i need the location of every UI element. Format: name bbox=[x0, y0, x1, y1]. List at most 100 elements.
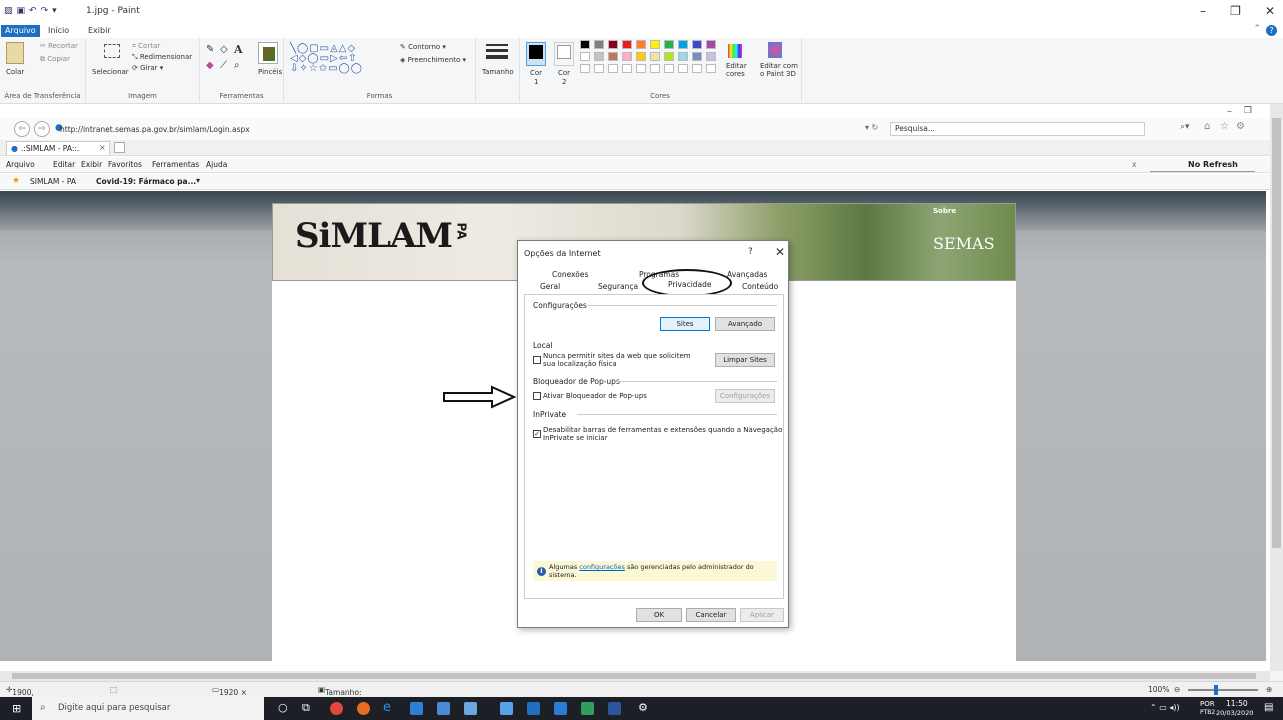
rotate-button[interactable]: ⟳ Girar ▾ bbox=[132, 64, 163, 72]
fav-simlam[interactable]: SIMLAM - PA bbox=[30, 177, 76, 186]
custom-color-swatch[interactable] bbox=[636, 64, 646, 73]
back-button[interactable]: ⇦ bbox=[14, 121, 30, 137]
color-swatch[interactable] bbox=[580, 40, 590, 49]
inprivate-checkbox[interactable]: ✓ bbox=[533, 430, 541, 438]
size-button[interactable]: Tamanho bbox=[482, 68, 514, 76]
dialog-close-button[interactable]: ✕ bbox=[775, 245, 785, 259]
copy-button[interactable]: ⧉ Copiar bbox=[40, 55, 70, 64]
settings-gear-icon[interactable]: ⚙ bbox=[1236, 121, 1245, 132]
notifications-icon[interactable]: ▤ bbox=[1264, 702, 1273, 713]
store-icon[interactable] bbox=[410, 702, 423, 715]
ok-button[interactable]: OK bbox=[636, 608, 682, 622]
color-swatch[interactable] bbox=[706, 40, 716, 49]
apply-button[interactable]: Aplicar bbox=[740, 608, 784, 622]
fill-icon[interactable]: ◇ bbox=[220, 44, 228, 55]
outlook-icon[interactable] bbox=[554, 702, 567, 715]
menu-favorites[interactable]: Favoritos bbox=[108, 160, 142, 169]
pencil-icon[interactable]: ✎ bbox=[206, 44, 214, 55]
tab-home[interactable]: Início bbox=[44, 25, 73, 37]
url-field[interactable]: http://intranet.semas.pa.gov.br/simlam/L… bbox=[60, 123, 860, 136]
custom-color-swatch[interactable] bbox=[692, 64, 702, 73]
search-icon[interactable]: ⌕▾ bbox=[1180, 122, 1190, 132]
horizontal-scrollbar[interactable] bbox=[0, 671, 1270, 681]
color-swatch[interactable] bbox=[622, 40, 632, 49]
color2-button[interactable] bbox=[554, 42, 574, 66]
color-picker-icon[interactable]: ⟋ bbox=[220, 60, 227, 71]
save-icon[interactable]: ▣ bbox=[17, 6, 26, 16]
magnifier-icon[interactable]: ⌕ bbox=[234, 60, 240, 71]
outline-button[interactable]: ✎ Contorno ▾ bbox=[400, 43, 446, 51]
advanced-button[interactable]: Avançado bbox=[715, 317, 775, 331]
help-icon[interactable]: ? bbox=[1266, 25, 1277, 36]
tab-advanced[interactable]: Avançadas bbox=[727, 270, 767, 279]
location-checkbox[interactable] bbox=[533, 356, 541, 364]
firefox-icon[interactable] bbox=[357, 702, 370, 715]
taskbar-search-box[interactable]: ⌕ Digite aqui para pesquisar bbox=[32, 697, 264, 720]
tab-content[interactable]: Conteúdo bbox=[742, 282, 778, 291]
new-tab-button[interactable] bbox=[114, 142, 125, 153]
color-swatch[interactable] bbox=[664, 40, 674, 49]
cortana-icon[interactable]: ○ bbox=[278, 701, 288, 714]
about-link[interactable]: Sobre bbox=[933, 207, 956, 215]
app-icon-5[interactable] bbox=[581, 702, 594, 715]
no-refresh-label[interactable]: No Refresh bbox=[1188, 160, 1238, 169]
cancel-button[interactable]: Cancelar bbox=[686, 608, 736, 622]
menu-help[interactable]: Ajuda bbox=[206, 160, 227, 169]
browser-tab[interactable]: ● .:SIMLAM - PA::. × bbox=[6, 141, 110, 155]
ie-icon[interactable]: e bbox=[383, 700, 391, 715]
fill-button[interactable]: ◈ Preenchimento ▾ bbox=[400, 56, 466, 64]
crop-button[interactable]: ⌗ Cortar bbox=[132, 42, 160, 51]
resize-button[interactable]: ⤡ Redimensionar bbox=[132, 53, 192, 62]
minimize-button[interactable]: – bbox=[1200, 4, 1206, 18]
clear-sites-button[interactable]: Limpar Sites bbox=[715, 353, 775, 367]
browser-minimize-button[interactable]: – bbox=[1227, 106, 1232, 117]
color1-button[interactable] bbox=[526, 42, 546, 66]
custom-color-swatch[interactable] bbox=[608, 64, 618, 73]
text-icon[interactable]: A bbox=[234, 43, 243, 56]
color-swatch[interactable] bbox=[594, 52, 604, 61]
close-command-bar-button[interactable]: x bbox=[1132, 160, 1136, 169]
color-swatch[interactable] bbox=[692, 40, 702, 49]
popup-settings-button[interactable]: Configurações bbox=[715, 389, 775, 403]
task-view-icon[interactable]: ⧉ bbox=[302, 701, 310, 715]
forward-button[interactable]: ⇨ bbox=[34, 121, 50, 137]
tab-view[interactable]: Exibir bbox=[84, 25, 115, 37]
collapse-ribbon-icon[interactable]: ⌃ bbox=[1253, 24, 1261, 34]
tab-connections[interactable]: Conexões bbox=[552, 270, 588, 279]
color-swatch[interactable] bbox=[594, 40, 604, 49]
chrome-icon[interactable] bbox=[330, 702, 343, 715]
custom-color-swatch[interactable] bbox=[622, 64, 632, 73]
edit-colors-button[interactable]: Editar bbox=[726, 62, 747, 70]
start-button[interactable]: ⊞ bbox=[12, 702, 21, 715]
color-swatch[interactable] bbox=[692, 52, 702, 61]
favorites-star-icon[interactable]: ☆ bbox=[1220, 121, 1229, 132]
color-swatch[interactable] bbox=[650, 40, 660, 49]
dialog-help-button[interactable]: ? bbox=[748, 247, 753, 257]
app-icon-2[interactable] bbox=[464, 702, 477, 715]
color-swatch[interactable] bbox=[706, 52, 716, 61]
cut-button[interactable]: ✂ Recortar bbox=[40, 42, 78, 50]
redo-icon[interactable]: ↷ bbox=[41, 6, 49, 16]
custom-color-swatch[interactable] bbox=[650, 64, 660, 73]
settings-icon[interactable]: ⚙ bbox=[638, 701, 648, 714]
settings-link[interactable]: configurações bbox=[579, 563, 625, 571]
fav-dropdown-icon[interactable]: ▾ bbox=[196, 176, 200, 185]
app-icon-3[interactable] bbox=[500, 702, 513, 715]
select-button[interactable]: Selecionar bbox=[92, 68, 129, 76]
sites-button[interactable]: Sites bbox=[660, 317, 710, 331]
eraser-icon[interactable]: ◆ bbox=[206, 60, 214, 71]
maximize-button[interactable]: ❐ bbox=[1230, 4, 1241, 18]
menu-file[interactable]: Arquivo bbox=[6, 160, 35, 169]
app-icon-1[interactable] bbox=[437, 702, 450, 715]
browser-search-input[interactable]: Pesquisa... bbox=[890, 122, 1145, 136]
menu-edit[interactable]: Editar bbox=[53, 160, 75, 169]
close-button[interactable]: ✕ bbox=[1265, 4, 1275, 18]
color-swatch[interactable] bbox=[650, 52, 660, 61]
shapes-gallery[interactable]: ╲◯▢▭◬△◇ ◁◇◯▭▷⇦⇧ ⇩✧☆✩▭◯◯ bbox=[290, 44, 392, 74]
undo-icon[interactable]: ↶ bbox=[29, 6, 37, 16]
tab-close-icon[interactable]: × bbox=[99, 143, 106, 152]
tab-security[interactable]: Segurança bbox=[598, 282, 638, 291]
color-swatch[interactable] bbox=[678, 40, 688, 49]
zoom-in-button[interactable]: ⊕ bbox=[1266, 685, 1272, 694]
color-swatch[interactable] bbox=[622, 52, 632, 61]
